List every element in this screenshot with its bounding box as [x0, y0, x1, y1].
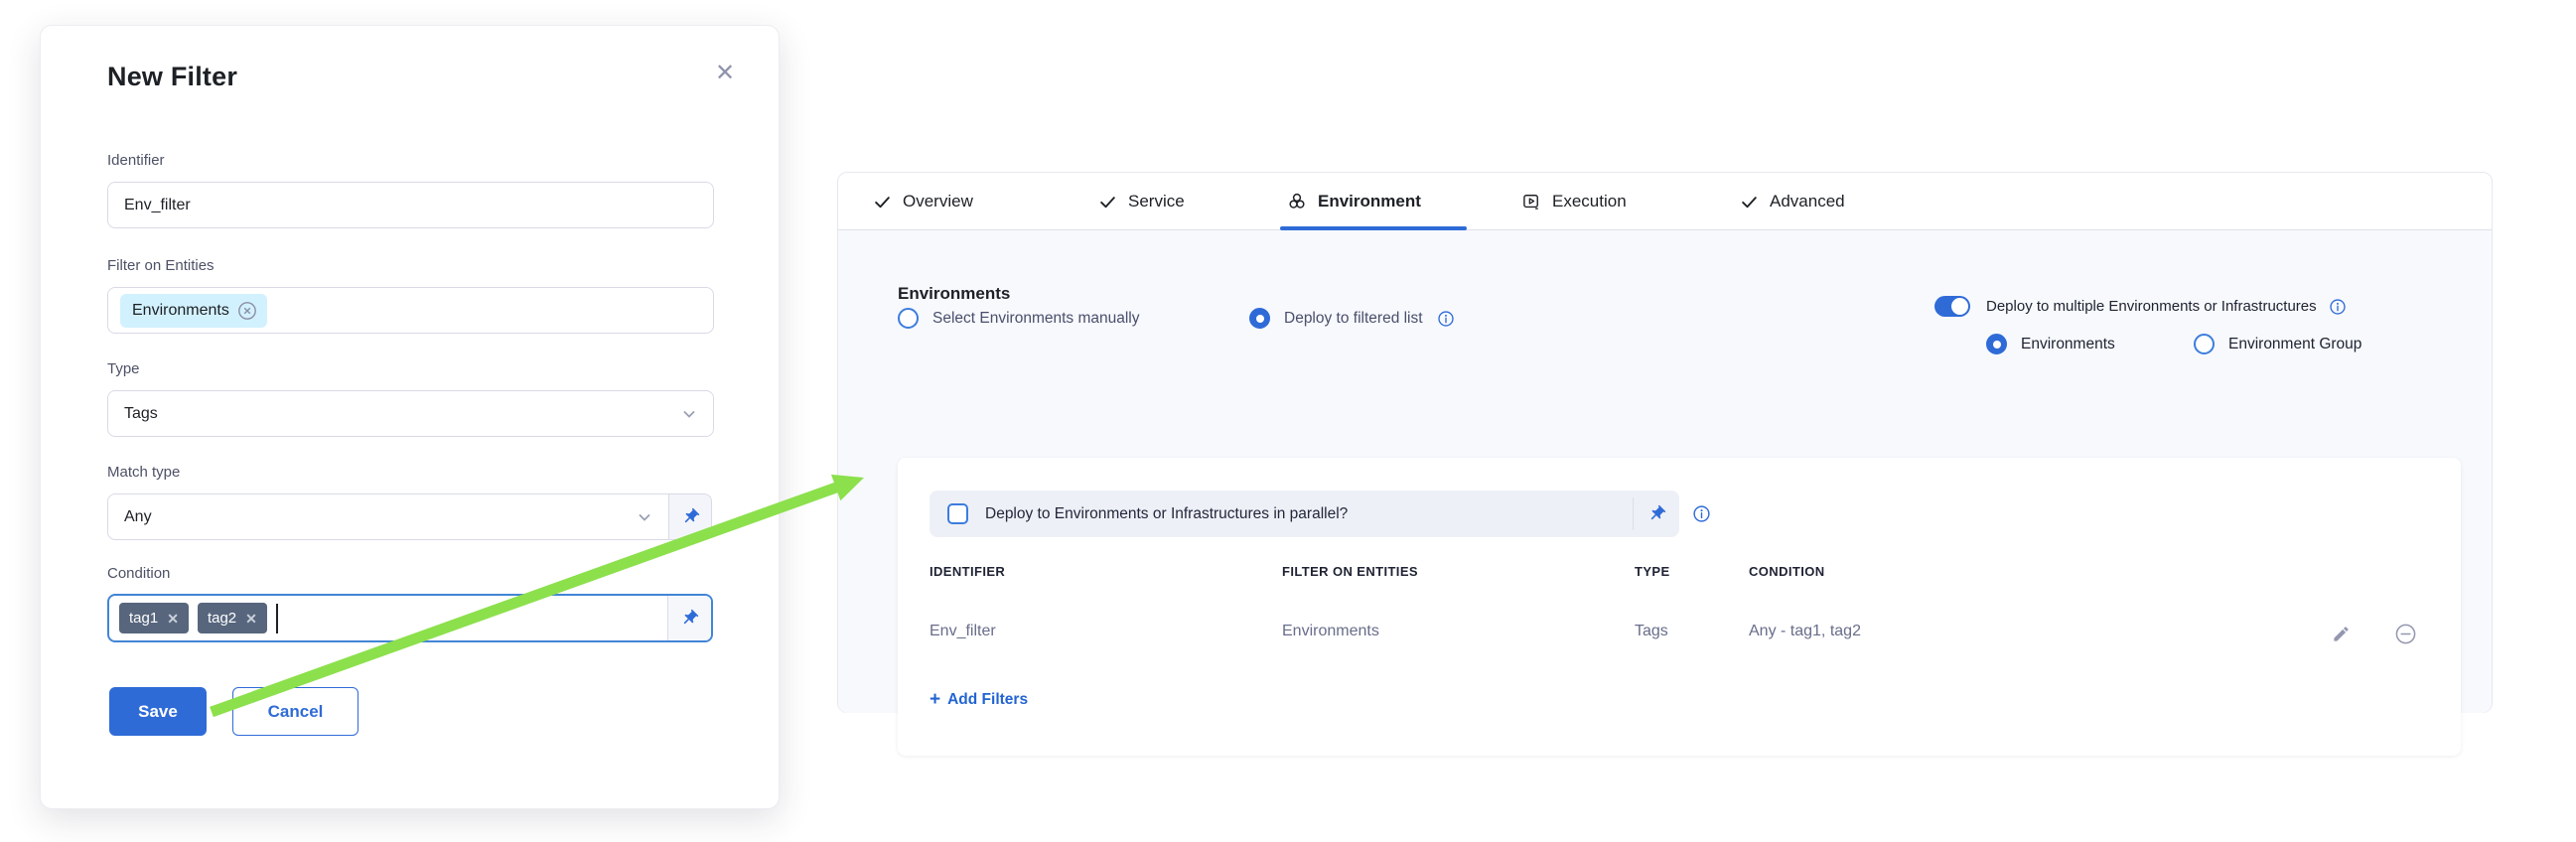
identifier-value: Env_filter: [124, 197, 191, 214]
type-label: Type: [107, 360, 140, 377]
cell-identifier: Env_filter: [930, 623, 996, 640]
tab-execution[interactable]: Execution: [1521, 173, 1627, 230]
checkbox-label: Deploy to Environments or Infrastructure…: [985, 505, 1348, 523]
tab-label: Environment: [1318, 192, 1421, 211]
add-filters-label: Add Filters: [947, 691, 1028, 709]
section-heading: Environments: [898, 284, 1010, 304]
condition-chips: tag1 ✕ tag2 ✕: [109, 596, 667, 640]
edit-icon[interactable]: [2328, 621, 2354, 646]
tab-overview[interactable]: Overview: [873, 173, 973, 230]
radio-icon[interactable]: [1986, 334, 2007, 354]
pin-icon[interactable]: [667, 596, 711, 640]
modal-title: New Filter: [107, 62, 237, 92]
tab-service[interactable]: Service: [1098, 173, 1185, 230]
text-cursor: [276, 604, 278, 633]
condition-chip-tag1: tag1 ✕: [119, 603, 189, 633]
radio-icon[interactable]: [1249, 308, 1270, 329]
tab-label: Execution: [1552, 192, 1627, 211]
col-header-filter-on-entities: FILTER ON ENTITIES: [1282, 564, 1418, 579]
condition-input[interactable]: tag1 ✕ tag2 ✕: [107, 594, 713, 642]
parallel-checkbox[interactable]: [947, 503, 968, 524]
execution-icon: [1521, 192, 1541, 211]
chip-remove-icon[interactable]: ✕: [245, 612, 257, 626]
save-button[interactable]: Save: [109, 687, 207, 736]
radio-icon[interactable]: [2194, 334, 2215, 354]
tab-label: Advanced: [1770, 192, 1845, 211]
check-icon: [1740, 193, 1759, 211]
entity-chip-label: Environments: [132, 302, 229, 320]
check-icon: [1098, 193, 1117, 211]
cell-type: Tags: [1635, 623, 1668, 640]
pin-icon[interactable]: [668, 493, 712, 540]
entity-chip-environments: Environments: [120, 294, 267, 328]
radio-icon[interactable]: [898, 308, 919, 329]
stage-config-panel: Overview Service Environment Execution A…: [837, 172, 2493, 713]
match-type-select[interactable]: Any: [107, 493, 669, 540]
col-header-identifier: IDENTIFIER: [930, 564, 1005, 579]
identifier-label: Identifier: [107, 152, 165, 169]
cell-condition: Any - tag1, tag2: [1749, 623, 1861, 640]
chip-remove-icon[interactable]: ✕: [167, 612, 179, 626]
radio-label: Deploy to filtered list: [1284, 310, 1423, 328]
match-type-label: Match type: [107, 464, 180, 481]
close-icon[interactable]: ✕: [708, 56, 742, 89]
environment-icon: [1287, 192, 1307, 211]
parallel-option: Deploy to Environments or Infrastructure…: [930, 503, 1633, 524]
plus-icon: +: [930, 689, 940, 711]
match-type-control: Any: [107, 493, 712, 540]
screen: New Filter ✕ Identifier Env_filter Filte…: [0, 0, 2576, 842]
check-icon: [873, 193, 892, 211]
tag-label: tag2: [208, 610, 236, 627]
info-icon[interactable]: [1437, 310, 1455, 328]
remove-icon[interactable]: [2392, 621, 2418, 646]
pin-icon[interactable]: [1634, 504, 1679, 523]
cell-filter-on-entities: Environments: [1282, 623, 1379, 640]
toggle-label: Deploy to multiple Environments or Infra…: [1986, 298, 2317, 315]
tab-advanced[interactable]: Advanced: [1740, 173, 1845, 230]
toggle-row: Deploy to multiple Environments or Infra…: [1934, 296, 2347, 317]
col-header-condition: CONDITION: [1749, 564, 1825, 579]
type-select[interactable]: Tags: [107, 390, 714, 437]
info-icon[interactable]: [1692, 504, 1711, 523]
condition-chip-tag2: tag2 ✕: [198, 603, 267, 633]
radio-environment-group[interactable]: Environment Group: [2194, 334, 2361, 354]
type-value: Tags: [124, 405, 158, 423]
filter-on-entities-input[interactable]: Environments: [107, 287, 714, 334]
radio-label: Environment Group: [2228, 336, 2361, 353]
tag-label: tag1: [129, 610, 158, 627]
tab-bar: Overview Service Environment Execution A…: [838, 173, 2492, 230]
match-type-value: Any: [124, 508, 152, 526]
deploy-multiple-toggle[interactable]: [1934, 296, 1970, 317]
condition-label: Condition: [107, 565, 170, 582]
parallel-option-bar: Deploy to Environments or Infrastructure…: [930, 491, 1679, 537]
info-icon[interactable]: [2329, 298, 2347, 316]
cancel-button[interactable]: Cancel: [232, 687, 358, 736]
radio-environments[interactable]: Environments: [1986, 334, 2115, 354]
chip-remove-icon[interactable]: [237, 301, 257, 321]
identifier-input[interactable]: Env_filter: [107, 182, 714, 228]
tab-environment[interactable]: Environment: [1287, 173, 1421, 230]
chevron-down-icon: [681, 406, 697, 422]
filter-on-entities-label: Filter on Entities: [107, 257, 215, 274]
radio-deploy-to-filtered-list[interactable]: Deploy to filtered list: [1249, 308, 1455, 329]
radio-select-environments-manually[interactable]: Select Environments manually: [898, 308, 1140, 329]
col-header-type: TYPE: [1635, 564, 1670, 579]
tab-label: Service: [1128, 192, 1185, 211]
radio-label: Select Environments manually: [932, 310, 1140, 328]
environment-tab-content: Environments Select Environments manuall…: [838, 230, 2492, 713]
chevron-down-icon: [637, 509, 652, 525]
filters-card: Deploy to Environments or Infrastructure…: [898, 458, 2461, 756]
tab-label: Overview: [903, 192, 973, 211]
radio-label: Environments: [2021, 336, 2115, 353]
new-filter-modal: New Filter ✕ Identifier Env_filter Filte…: [40, 25, 780, 809]
add-filters-button[interactable]: + Add Filters: [930, 689, 1028, 711]
